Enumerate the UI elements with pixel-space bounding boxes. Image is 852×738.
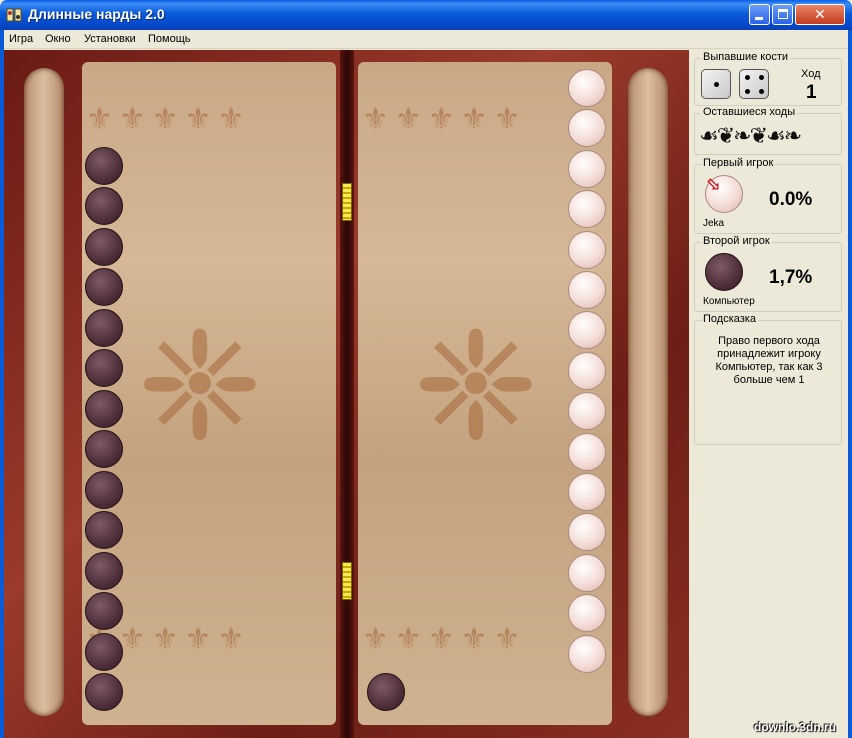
- light-checker[interactable]: [568, 149, 606, 188]
- move-label: Ход: [801, 68, 821, 80]
- ornament-bottom-right: ⚜⚜⚜⚜⚜: [362, 622, 527, 657]
- window-title: Длинные нарды 2.0: [28, 6, 165, 22]
- board-bar: [340, 50, 354, 738]
- hint-group: Подсказка Право первого хода принадлежит…: [694, 313, 842, 445]
- player2-title: Второй игрок: [701, 235, 772, 247]
- remaining-moves-ornament: ☙❦❧❦☙❧: [699, 124, 802, 149]
- light-checker[interactable]: [568, 392, 606, 431]
- title-bar[interactable]: Длинные нарды 2.0 ✕: [0, 0, 852, 30]
- menu-game[interactable]: Игра: [9, 33, 33, 45]
- close-button[interactable]: ✕: [795, 4, 845, 25]
- game-board[interactable]: ⚜⚜⚜⚜⚜ ❈ ⚜⚜⚜⚜⚜ ⚜⚜⚜⚜⚜ ❈ ⚜⚜⚜⚜⚜: [4, 50, 689, 738]
- dark-checker[interactable]: [85, 146, 123, 185]
- dark-checker[interactable]: [85, 187, 123, 225]
- ornament-top-left: ⚜⚜⚜⚜⚜: [86, 102, 251, 137]
- light-checker[interactable]: [568, 473, 606, 511]
- light-checker[interactable]: [568, 553, 606, 592]
- menu-help[interactable]: Помощь: [148, 33, 191, 45]
- move-value: 1: [806, 82, 817, 103]
- die-pip: [714, 82, 719, 87]
- ornament-center-right: ❈: [413, 300, 539, 474]
- light-checker[interactable]: [568, 634, 606, 673]
- light-checker[interactable]: [568, 190, 606, 229]
- dark-checker[interactable]: [85, 349, 123, 387]
- die-four: [739, 69, 769, 99]
- dark-checker[interactable]: [85, 389, 123, 428]
- dark-checker[interactable]: [85, 551, 123, 590]
- side-panel: Выпавшие кости Ход 1 Оставшиеся ходы ☙❦❧…: [689, 50, 848, 738]
- light-checker[interactable]: [568, 351, 606, 390]
- close-icon: ✕: [814, 6, 826, 22]
- menu-settings[interactable]: Установки: [84, 33, 136, 45]
- die-one: [701, 69, 731, 99]
- player1-percent: 0.0%: [769, 189, 813, 210]
- light-checker[interactable]: [568, 271, 606, 309]
- player1-title: Первый игрок: [701, 157, 776, 169]
- remaining-moves-group: Оставшиеся ходы ☙❦❧❦☙❧: [694, 106, 842, 155]
- minimize-button[interactable]: [749, 4, 770, 25]
- die-pip: [745, 89, 750, 94]
- player2-checker: [705, 253, 743, 291]
- window-frame-right: [848, 30, 852, 738]
- light-checker[interactable]: [568, 594, 606, 633]
- hint-text: Право первого хода принадлежит игроку Ко…: [715, 335, 823, 386]
- dark-checker[interactable]: [85, 511, 123, 549]
- light-checker[interactable]: [568, 432, 606, 471]
- hint-title: Подсказка: [701, 313, 758, 325]
- dark-checker[interactable]: [85, 632, 123, 671]
- die-pip: [759, 75, 764, 80]
- maximize-button[interactable]: [772, 4, 793, 25]
- left-tray: [24, 68, 64, 716]
- dark-checker[interactable]: [85, 308, 123, 347]
- player1-group: Первый игрок ⬂ Jeka 0.0%: [694, 157, 842, 234]
- dark-checker[interactable]: [85, 227, 123, 266]
- dark-checker[interactable]: [367, 673, 405, 711]
- dark-checker[interactable]: [85, 430, 123, 468]
- player2-group: Второй игрок Компьютер 1,7%: [694, 235, 842, 312]
- dice-group-title: Выпавшие кости: [701, 51, 791, 63]
- right-tray: [628, 68, 668, 716]
- maximize-icon: [778, 9, 788, 19]
- hinge-bottom: [342, 562, 352, 600]
- dark-checker[interactable]: [85, 470, 123, 509]
- menu-window[interactable]: Окно: [45, 33, 71, 45]
- player2-name: Компьютер: [703, 296, 755, 307]
- app-icon: [6, 8, 22, 22]
- player2-percent: 1,7%: [769, 267, 813, 288]
- ornament-center-left: ❈: [137, 300, 263, 474]
- player1-name: Jeka: [703, 218, 725, 229]
- turn-arrow-icon: ⬂: [705, 173, 721, 193]
- die-pip: [759, 89, 764, 94]
- watermark: downlo.3dn.ru: [754, 720, 836, 734]
- dark-checker[interactable]: [85, 673, 123, 711]
- ornament-top-right: ⚜⚜⚜⚜⚜: [362, 102, 527, 137]
- dice-group: Выпавшие кости Ход 1: [694, 51, 842, 106]
- minimize-icon: [755, 17, 763, 20]
- dark-checker[interactable]: [85, 592, 123, 630]
- light-checker[interactable]: [568, 69, 606, 107]
- dark-checker[interactable]: [85, 268, 123, 306]
- hinge-top: [342, 183, 352, 221]
- remaining-moves-title: Оставшиеся ходы: [701, 106, 798, 118]
- light-checker[interactable]: [568, 230, 606, 269]
- menu-bar: Игра Окно Установки Помощь: [4, 30, 848, 49]
- die-pip: [745, 75, 750, 80]
